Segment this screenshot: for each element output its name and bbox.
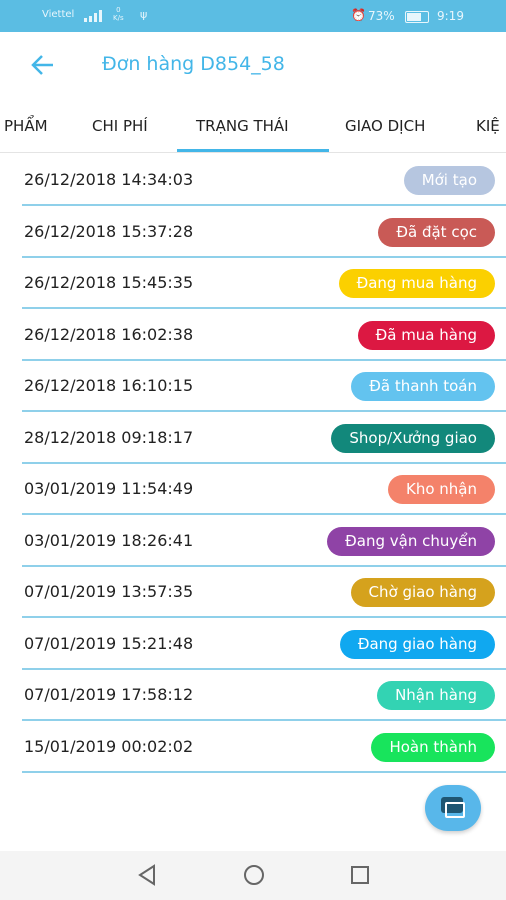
app-header: Đơn hàng D854_58 bbox=[0, 32, 506, 100]
status-badge: Đã đặt cọc bbox=[378, 217, 495, 247]
arrow-left-icon[interactable] bbox=[28, 50, 58, 80]
status-date: 03/01/2019 11:54:49 bbox=[24, 479, 194, 498]
status-date: 26/12/2018 14:34:03 bbox=[24, 170, 194, 189]
network-speed-value: 0 bbox=[116, 6, 121, 14]
tab-transactions[interactable]: GIAO DỊCH bbox=[345, 117, 425, 135]
status-date: 15/01/2019 00:02:02 bbox=[24, 736, 194, 756]
status-badge: Chờ giao hàng bbox=[350, 578, 495, 607]
network-speed: 0 K/s bbox=[113, 6, 124, 22]
status-badge: Đang vận chuyển bbox=[327, 526, 495, 556]
status-row: 15/01/2019 00:02:02 Hoàn thành bbox=[22, 722, 506, 773]
alarm-icon: ⏰ bbox=[351, 8, 366, 22]
status-row: 26/12/2018 15:37:28 Đã đặt cọc bbox=[22, 207, 506, 258]
clock: 9:19 bbox=[437, 9, 464, 23]
status-row: 07/01/2019 17:58:12 Nhận hàng bbox=[22, 670, 506, 721]
chat-button[interactable] bbox=[425, 785, 481, 831]
battery-percent: 73% bbox=[368, 9, 395, 23]
status-badge: Shop/Xưởng giao bbox=[331, 423, 495, 453]
triangle-back-icon[interactable] bbox=[136, 863, 158, 893]
status-badge: Mới tạo bbox=[403, 166, 495, 195]
status-date: 28/12/2018 09:18:17 bbox=[24, 427, 194, 447]
status-badge: Nhận hàng bbox=[377, 681, 495, 710]
status-row: 03/01/2019 11:54:49 Kho nhận bbox=[22, 464, 506, 515]
status-date: 26/12/2018 15:37:28 bbox=[24, 221, 194, 241]
tab-products[interactable]: PHẨM bbox=[4, 117, 48, 135]
active-tab-indicator bbox=[177, 149, 329, 152]
status-row: 26/12/2018 16:02:38 Đã mua hàng bbox=[22, 310, 506, 361]
status-row: 26/12/2018 16:10:15 Đã thanh toán bbox=[22, 361, 506, 412]
status-badge: Đã thanh toán bbox=[351, 372, 495, 401]
tab-packages[interactable]: KIỆ bbox=[476, 117, 500, 135]
status-row: 07/01/2019 13:57:35 Chờ giao hàng bbox=[22, 567, 506, 618]
network-speed-unit: K/s bbox=[113, 14, 124, 22]
system-nav-bar bbox=[0, 851, 506, 900]
status-badge: Đang giao hàng bbox=[339, 629, 495, 659]
row-divider bbox=[22, 770, 506, 773]
square-recent-icon[interactable] bbox=[349, 863, 371, 893]
signal-icon bbox=[84, 10, 106, 22]
status-date: 26/12/2018 16:02:38 bbox=[24, 324, 194, 344]
status-badge: Đang mua hàng bbox=[338, 269, 495, 298]
status-row: 28/12/2018 09:18:17 Shop/Xưởng giao bbox=[22, 413, 506, 464]
usb-icon: ψ bbox=[140, 8, 148, 21]
status-bar: Viettel 0 K/s ψ ⏰ 73% 9:19 bbox=[0, 0, 506, 32]
circle-home-icon[interactable] bbox=[242, 863, 266, 893]
status-date: 26/12/2018 15:45:35 bbox=[24, 273, 194, 292]
page-title: Đơn hàng D854_58 bbox=[102, 53, 285, 75]
status-date: 26/12/2018 16:10:15 bbox=[24, 376, 194, 395]
status-date: 07/01/2019 13:57:35 bbox=[24, 582, 194, 601]
status-date: 03/01/2019 18:26:41 bbox=[24, 530, 194, 550]
status-date: 07/01/2019 15:21:48 bbox=[24, 633, 194, 653]
status-row: 07/01/2019 15:21:48 Đang giao hàng bbox=[22, 619, 506, 670]
tab-bar: PHẨM CHI PHÍ TRẠNG THÁI GIAO DỊCH KIỆ bbox=[0, 100, 506, 153]
carrier-label: Viettel bbox=[42, 9, 75, 20]
status-row: 03/01/2019 18:26:41 Đang vận chuyển bbox=[22, 516, 506, 567]
status-row: 26/12/2018 14:34:03 Mới tạo bbox=[22, 155, 506, 206]
battery-icon bbox=[405, 11, 429, 23]
status-badge: Hoàn thành bbox=[371, 732, 495, 762]
status-badge: Kho nhận bbox=[387, 475, 495, 504]
tab-costs[interactable]: CHI PHÍ bbox=[92, 117, 148, 135]
tab-status[interactable]: TRẠNG THÁI bbox=[196, 117, 289, 135]
status-date: 07/01/2019 17:58:12 bbox=[24, 685, 194, 704]
chat-bubble-icon bbox=[445, 802, 465, 818]
status-row: 26/12/2018 15:45:35 Đang mua hàng bbox=[22, 258, 506, 309]
status-badge: Đã mua hàng bbox=[357, 320, 495, 350]
